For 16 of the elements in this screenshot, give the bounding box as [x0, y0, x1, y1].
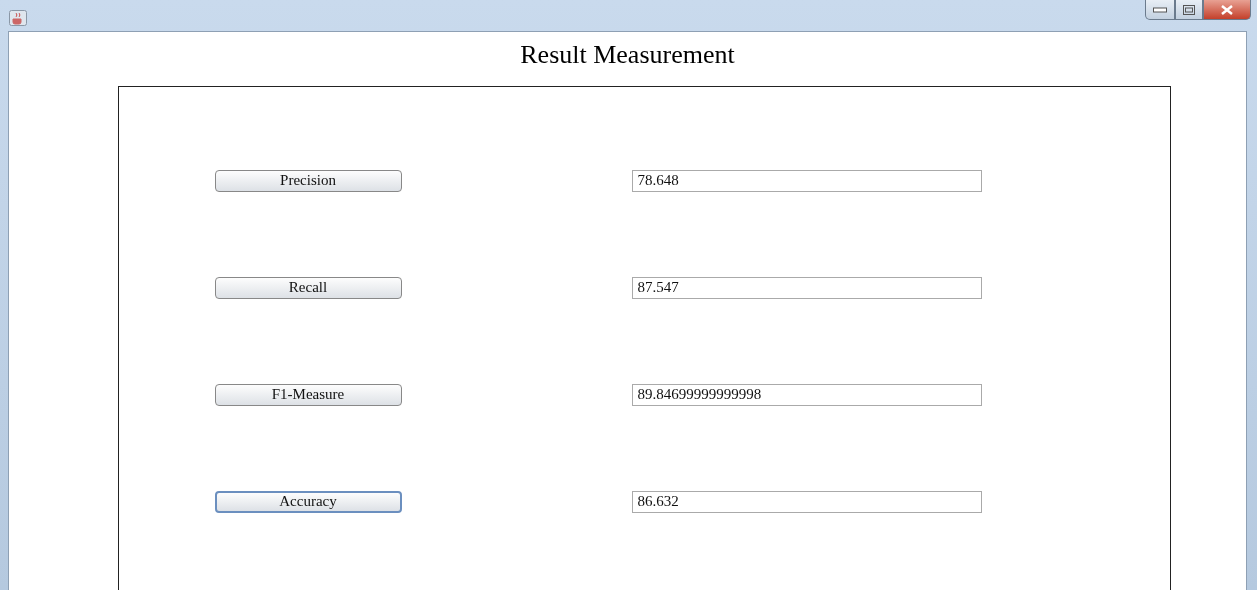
measure-button[interactable]: Precision [214, 169, 402, 192]
close-icon [1220, 4, 1234, 15]
close-button[interactable] [1203, 0, 1251, 20]
maximize-button[interactable] [1175, 0, 1203, 20]
value-field[interactable]: 86.632 [631, 490, 982, 513]
maximize-icon [1183, 4, 1195, 15]
minimize-button[interactable] [1145, 0, 1175, 20]
minimize-icon [1153, 6, 1167, 13]
value-field[interactable]: 87.547 [631, 276, 982, 299]
value-field[interactable]: 78.648 [631, 169, 982, 192]
window-title: Result Measurement [520, 40, 735, 71]
measure-button[interactable]: Accuracy [214, 490, 402, 513]
measure-button[interactable]: F1-Measure [214, 383, 402, 406]
cup-icon [9, 10, 27, 26]
measure-button[interactable]: Recall [214, 276, 402, 299]
value-field[interactable]: 89.84699999999998 [631, 383, 982, 406]
